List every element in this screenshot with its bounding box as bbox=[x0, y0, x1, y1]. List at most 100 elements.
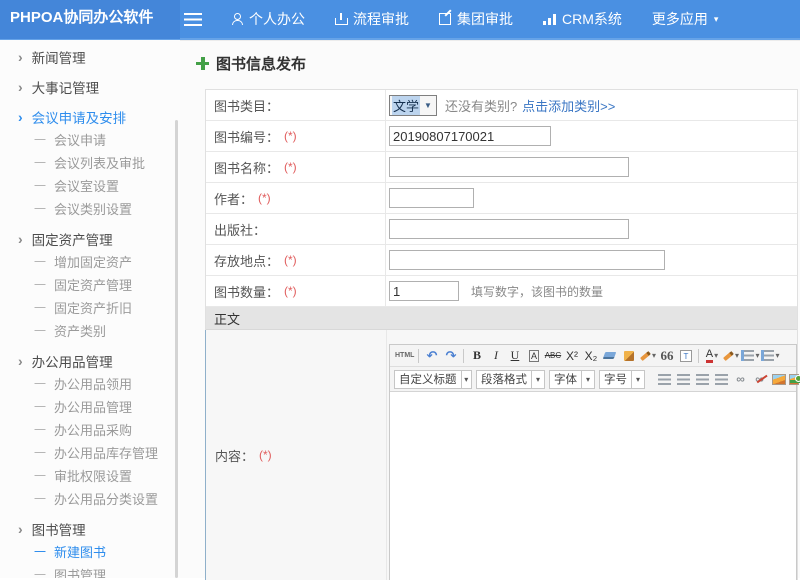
superscript-button[interactable]: X² bbox=[563, 347, 580, 365]
sidebar-item-supplies-purchase[interactable]: 一 办公用品采购 bbox=[0, 418, 180, 441]
sidebar-item-book-manage[interactable]: 一 图书管理 bbox=[0, 563, 180, 578]
underline-button[interactable]: U bbox=[506, 347, 523, 365]
sidebar-item-meeting-room[interactable]: 一 会议室设置 bbox=[0, 174, 180, 197]
format-painter-button[interactable]: ▾ bbox=[639, 347, 656, 365]
nav-more-apps[interactable]: 更多应用 ▾ bbox=[637, 0, 734, 39]
paragraph-format-select[interactable]: 段落格式 ▾ bbox=[476, 370, 545, 389]
align-center-icon bbox=[677, 374, 690, 385]
sidebar-group-books[interactable]: › 图书管理 bbox=[0, 517, 180, 540]
subscript-button[interactable]: X₂ bbox=[582, 347, 599, 365]
strikethrough-button[interactable]: ABC bbox=[544, 347, 561, 365]
sidebar-item-meeting-list[interactable]: 一 会议列表及审批 bbox=[0, 151, 180, 174]
author-input[interactable] bbox=[389, 188, 474, 208]
italic-button[interactable]: I bbox=[487, 347, 504, 365]
sidebar-item-supplies-inventory[interactable]: 一 办公用品库存管理 bbox=[0, 441, 180, 464]
selected-category: 文学 bbox=[392, 96, 420, 115]
sidebar-item-label: 办公用品管理 bbox=[54, 397, 132, 416]
sidebar-item-asset-depreciation[interactable]: 一 固定资产折旧 bbox=[0, 296, 180, 319]
font-size-select[interactable]: 字号 ▾ bbox=[599, 370, 645, 389]
nav-personal-office[interactable]: 个人办公 bbox=[216, 0, 320, 39]
dash-icon: 一 bbox=[34, 444, 46, 461]
font-border-button[interactable]: A bbox=[525, 347, 542, 365]
sidebar-group-memorabilia[interactable]: › 大事记管理 bbox=[0, 75, 180, 98]
redo-button[interactable]: ↷ bbox=[442, 347, 459, 365]
custom-title-select[interactable]: 自定义标题 ▾ bbox=[394, 370, 472, 389]
ordered-list-button[interactable]: ▾ bbox=[741, 347, 759, 365]
form-row-quantity: 图书数量： (*) 填写数字，该图书的数量 bbox=[206, 276, 797, 307]
clear-format-button[interactable] bbox=[620, 347, 637, 365]
sidebar-group-news[interactable]: › 新闻管理 bbox=[0, 45, 180, 68]
align-left-button[interactable] bbox=[656, 370, 673, 388]
link-icon: ∞ bbox=[736, 372, 745, 386]
align-left-icon bbox=[658, 374, 671, 385]
sidebar-group-office-supplies[interactable]: › 办公用品管理 bbox=[0, 349, 180, 372]
select-caret-icon: ▼ bbox=[424, 101, 432, 110]
sidebar-item-supplies-classification[interactable]: 一 办公用品分类设置 bbox=[0, 487, 180, 510]
nav-workflow-approval[interactable]: 流程审批 bbox=[320, 0, 424, 39]
dash-icon: 一 bbox=[34, 543, 46, 560]
menu-toggle-icon[interactable] bbox=[184, 13, 202, 26]
sidebar-group-label: 办公用品管理 bbox=[32, 351, 113, 371]
toolbar-separator bbox=[418, 349, 419, 363]
sidebar-group-label: 新闻管理 bbox=[32, 47, 86, 67]
align-right-icon bbox=[696, 374, 709, 385]
sidebar-item-approval-permission[interactable]: 一 审批权限设置 bbox=[0, 464, 180, 487]
select-caret-icon: ▾ bbox=[631, 371, 644, 388]
nav-group-approval[interactable]: 集团审批 bbox=[424, 0, 528, 39]
unordered-list-button[interactable]: ▾ bbox=[761, 347, 779, 365]
dash-icon: 一 bbox=[34, 154, 46, 171]
sidebar-item-asset-manage[interactable]: 一 固定资产管理 bbox=[0, 273, 180, 296]
bold-button[interactable]: B bbox=[468, 347, 485, 365]
quantity-hint: 填写数字，该图书的数量 bbox=[471, 283, 603, 300]
editor-content-area[interactable] bbox=[390, 392, 796, 581]
highlight-button[interactable]: ▾ bbox=[722, 347, 739, 365]
align-center-button[interactable] bbox=[675, 370, 692, 388]
eraser-button[interactable] bbox=[601, 347, 618, 365]
html-source-button[interactable]: HTML bbox=[395, 347, 414, 365]
book-number-input[interactable] bbox=[389, 126, 551, 146]
image-button[interactable] bbox=[770, 370, 787, 388]
insert-link-button[interactable]: ∞ bbox=[732, 370, 749, 388]
quantity-input[interactable] bbox=[389, 281, 459, 301]
blockquote-button[interactable]: 66 bbox=[658, 347, 675, 365]
sidebar-item-asset-category[interactable]: 一 资产类别 bbox=[0, 319, 180, 342]
sidebar-item-supplies-manage[interactable]: 一 办公用品管理 bbox=[0, 395, 180, 418]
sidebar-item-add-asset[interactable]: 一 增加固定资产 bbox=[0, 250, 180, 273]
insert-image-icon bbox=[789, 374, 799, 385]
dash-icon: 一 bbox=[34, 421, 46, 438]
add-category-link[interactable]: 点击添加类别>> bbox=[522, 96, 615, 115]
font-color-button[interactable]: A▾ bbox=[703, 347, 720, 365]
chevron-right-icon: › bbox=[18, 231, 23, 247]
dash-icon: 一 bbox=[34, 253, 46, 270]
book-name-input[interactable] bbox=[389, 157, 629, 177]
form-row-author: 作者： (*) bbox=[206, 183, 797, 214]
sidebar-item-label: 资产类别 bbox=[54, 321, 106, 340]
nav-crm-system[interactable]: CRM系统 bbox=[528, 0, 637, 39]
sidebar-scrollbar[interactable] bbox=[175, 120, 178, 578]
paste-text-button[interactable]: T bbox=[677, 347, 694, 365]
publisher-input[interactable] bbox=[389, 219, 629, 239]
field-label: 存放地点： (*) bbox=[206, 245, 386, 275]
field-label: 内容： (*) bbox=[206, 330, 387, 580]
sidebar-group-meeting[interactable]: › 会议申请及安排 bbox=[0, 105, 180, 128]
sidebar-item-meeting-apply[interactable]: 一 会议申请 bbox=[0, 128, 180, 151]
eraser-icon bbox=[603, 352, 617, 359]
toolbar-separator bbox=[698, 349, 699, 363]
undo-button[interactable]: ↶ bbox=[423, 347, 440, 365]
insert-image-button[interactable] bbox=[789, 370, 800, 388]
book-category-select[interactable]: 文学 ▼ bbox=[389, 95, 437, 116]
sidebar-item-new-book[interactable]: 一 新建图书 bbox=[0, 540, 180, 563]
storage-location-input[interactable] bbox=[389, 250, 665, 270]
sidebar-group-fixed-assets[interactable]: › 固定资产管理 bbox=[0, 227, 180, 250]
justify-icon bbox=[715, 374, 728, 385]
broom-icon bbox=[624, 351, 634, 361]
sidebar-item-label: 办公用品领用 bbox=[54, 374, 132, 393]
sidebar-item-supplies-claim[interactable]: 一 办公用品领用 bbox=[0, 372, 180, 395]
justify-button[interactable] bbox=[713, 370, 730, 388]
remove-link-button[interactable]: ∞ bbox=[751, 370, 768, 388]
page-header: 图书信息发布 bbox=[180, 41, 800, 85]
sidebar-item-meeting-category[interactable]: 一 会议类别设置 bbox=[0, 197, 180, 220]
font-family-select[interactable]: 字体 ▾ bbox=[549, 370, 595, 389]
field-label: 图书编号： (*) bbox=[206, 121, 386, 151]
align-right-button[interactable] bbox=[694, 370, 711, 388]
